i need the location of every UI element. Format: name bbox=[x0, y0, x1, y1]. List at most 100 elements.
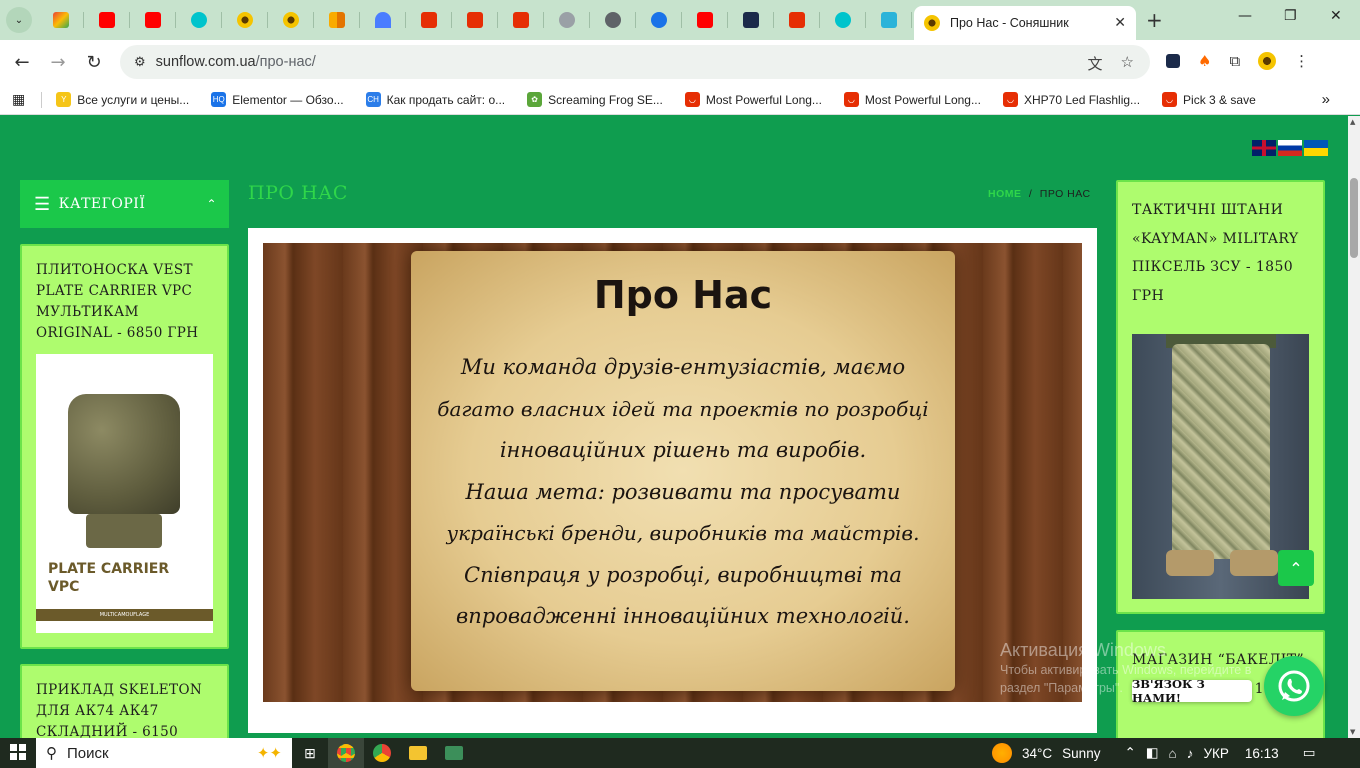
extensions-puzzle-icon[interactable]: ⧉ bbox=[1229, 52, 1240, 70]
taskbar-search[interactable]: ⚲ Поиск ✦✦ bbox=[36, 738, 292, 768]
bookmark-favicon-icon: ✿ bbox=[527, 92, 543, 107]
language-indicator[interactable]: УКР bbox=[1203, 746, 1228, 761]
new-tab-button[interactable]: + bbox=[1146, 8, 1163, 32]
perplexity-extension-icon[interactable] bbox=[1166, 54, 1180, 68]
bookmark-item[interactable]: ◡ Pick 3 & save bbox=[1162, 92, 1256, 107]
globe-icon bbox=[605, 12, 621, 28]
restore-icon[interactable]: ❐ bbox=[1284, 8, 1297, 24]
product-card-skeleton-stock[interactable]: ПРИКЛАД SKELETON ДЛЯ АК74 АК47 СКЛАДНИЙ … bbox=[20, 664, 229, 738]
weather-sun-icon[interactable] bbox=[992, 743, 1012, 763]
camera-icon[interactable]: ◧ bbox=[1146, 745, 1159, 761]
categories-toggle[interactable]: ☰ КАТЕГОРІЇ ⌃ bbox=[20, 180, 229, 228]
scroll-to-top-button[interactable]: ⌃ bbox=[1278, 550, 1314, 586]
bookmark-item[interactable]: CH Как продать сайт: о... bbox=[365, 92, 505, 107]
back-icon[interactable]: ← bbox=[4, 52, 40, 73]
address-bar[interactable]: ⚙ sunflow.com.ua/про-нас/ 文 ☆ bbox=[120, 45, 1150, 79]
weather-temp[interactable]: 34°C bbox=[1022, 746, 1052, 761]
file-explorer-icon[interactable] bbox=[400, 738, 436, 768]
tab-globe-2[interactable] bbox=[590, 0, 636, 40]
tab-sunflower-2[interactable] bbox=[268, 0, 314, 40]
windows-start-icon[interactable] bbox=[0, 743, 36, 763]
tab-perplexity[interactable] bbox=[728, 0, 774, 40]
tab-aliexpress-3[interactable] bbox=[498, 0, 544, 40]
bookmark-item[interactable]: ✿ Screaming Frog SE... bbox=[527, 92, 663, 107]
bookmark-item[interactable]: Y Все услуги и цены... bbox=[56, 92, 189, 107]
chevron-up-icon: ⌃ bbox=[206, 197, 217, 211]
tab-search-button[interactable]: ⌄ bbox=[6, 7, 32, 33]
clock[interactable]: 16:13 bbox=[1245, 746, 1279, 761]
youtube-icon bbox=[145, 12, 161, 28]
language-switcher bbox=[1252, 140, 1328, 156]
bulb-icon bbox=[651, 12, 667, 28]
about-line: впровадженні інноваційних технологій. bbox=[456, 604, 910, 628]
bookmark-label: Elementor — Обзо... bbox=[232, 92, 344, 107]
fox-extension-icon[interactable]: ♠ bbox=[1198, 52, 1211, 70]
flag-ua-icon[interactable] bbox=[1304, 140, 1328, 156]
forward-icon[interactable]: → bbox=[40, 52, 76, 73]
tab-hq[interactable] bbox=[866, 0, 912, 40]
minimize-icon[interactable]: — bbox=[1238, 8, 1252, 24]
page-scrollbar[interactable]: ▲ ▼ bbox=[1348, 116, 1360, 738]
categories-label: КАТЕГОРІЇ bbox=[58, 196, 146, 212]
chrome-taskbar-icon-2[interactable] bbox=[364, 738, 400, 768]
scroll-down-icon[interactable]: ▼ bbox=[1350, 728, 1355, 736]
aliexpress-icon bbox=[421, 12, 437, 28]
bookmark-item[interactable]: HQ Elementor — Обзо... bbox=[211, 92, 344, 107]
chrome-taskbar-icon[interactable] bbox=[328, 738, 364, 768]
more-bookmarks-icon[interactable]: » bbox=[1322, 91, 1330, 108]
reload-icon[interactable]: ↻ bbox=[76, 52, 112, 73]
profile-avatar[interactable] bbox=[1258, 52, 1277, 70]
tab-canva-2[interactable] bbox=[820, 0, 866, 40]
tab-extension[interactable] bbox=[636, 0, 682, 40]
tab-analytics[interactable] bbox=[314, 0, 360, 40]
bookmark-favicon-icon: ◡ bbox=[843, 92, 859, 107]
tab-aliexpress-1[interactable] bbox=[406, 0, 452, 40]
site-info-icon[interactable]: ⚙ bbox=[134, 54, 146, 70]
tab-canva-1[interactable] bbox=[176, 0, 222, 40]
bookmark-star-icon[interactable]: ☆ bbox=[1121, 53, 1134, 74]
menu-kebab-icon[interactable]: ⋮ bbox=[1294, 52, 1309, 70]
tab-gmail[interactable] bbox=[38, 0, 84, 40]
product-title[interactable]: ТАКТИЧНІ ШТАНИ «KAYMAN» MILITARY ПІКСЕЛЬ… bbox=[1132, 196, 1309, 310]
scrollbar-thumb[interactable] bbox=[1350, 178, 1358, 258]
tray-overflow-icon[interactable]: ⌃ bbox=[1124, 745, 1135, 761]
product-image-plate-carrier[interactable]: PLATE CARRIER VPC MULTICAMOUFLAGE bbox=[36, 354, 213, 633]
tab-youtube-1[interactable] bbox=[84, 0, 130, 40]
network-icon[interactable]: ⌂ bbox=[1169, 746, 1177, 761]
contact-us-label[interactable]: ЗВ'ЯЗОК З НАМИ! bbox=[1132, 677, 1252, 705]
task-view-icon[interactable]: ⊞ bbox=[292, 738, 328, 768]
volume-icon[interactable]: ♪ bbox=[1187, 746, 1194, 761]
active-tab[interactable]: Про Нас - Соняшник ✕ bbox=[914, 6, 1136, 40]
tab-aliexpress-2[interactable] bbox=[452, 0, 498, 40]
product-card-kayman-pants[interactable]: ТАКТИЧНІ ШТАНИ «KAYMAN» MILITARY ПІКСЕЛЬ… bbox=[1116, 180, 1325, 614]
product-title[interactable]: ПЛИТОНОСКА VEST PLATE CARRIER VPC МУЛЬТИ… bbox=[36, 260, 213, 344]
tab-aliexpress-4[interactable] bbox=[774, 0, 820, 40]
bookmark-item[interactable]: ◡ XHP70 Led Flashlig... bbox=[1002, 92, 1140, 107]
flag-en-icon[interactable] bbox=[1252, 140, 1276, 156]
translate-icon[interactable]: 文 bbox=[1088, 53, 1103, 74]
flag-ru-icon[interactable] bbox=[1278, 140, 1302, 156]
about-line: інноваційних рішень та виробів. bbox=[499, 438, 867, 462]
app-taskbar-icon[interactable] bbox=[436, 738, 472, 768]
scroll-up-icon[interactable]: ▲ bbox=[1350, 118, 1355, 126]
tab-globe-1[interactable] bbox=[544, 0, 590, 40]
tab-youtube-3[interactable] bbox=[682, 0, 728, 40]
product-title[interactable]: ПРИКЛАД SKELETON ДЛЯ АК74 АК47 СКЛАДНИЙ … bbox=[36, 680, 213, 738]
gmail-icon bbox=[53, 12, 69, 28]
tab-sunflower-1[interactable] bbox=[222, 0, 268, 40]
about-heading: Про Нас bbox=[593, 273, 773, 317]
weather-desc[interactable]: Sunny bbox=[1062, 746, 1100, 761]
product-card-plate-carrier[interactable]: ПЛИТОНОСКА VEST PLATE CARRIER VPC МУЛЬТИ… bbox=[20, 244, 229, 649]
notifications-icon[interactable]: ▭ bbox=[1303, 745, 1316, 761]
whatsapp-button[interactable] bbox=[1264, 656, 1324, 716]
apps-grid-icon[interactable]: ▦ bbox=[12, 91, 25, 108]
bookmark-item[interactable]: ◡ Most Powerful Long... bbox=[843, 92, 981, 107]
bookmark-item[interactable]: ◡ Most Powerful Long... bbox=[684, 92, 822, 107]
gauge-icon bbox=[375, 12, 391, 28]
tab-speedtest[interactable] bbox=[360, 0, 406, 40]
image-caption: PLATE CARRIER VPC bbox=[48, 561, 170, 595]
close-tab-icon[interactable]: ✕ bbox=[1114, 15, 1126, 31]
close-window-icon[interactable]: ✕ bbox=[1330, 8, 1342, 24]
tab-youtube-2[interactable] bbox=[130, 0, 176, 40]
breadcrumb-home-link[interactable]: HOME bbox=[988, 188, 1022, 200]
